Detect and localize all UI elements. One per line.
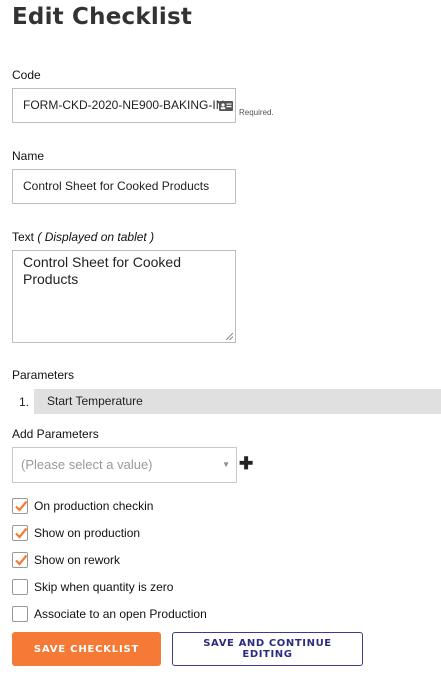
text-label: Text ( Displayed on tablet )	[12, 230, 154, 244]
checkbox[interactable]	[12, 498, 28, 514]
code-label: Code	[12, 68, 41, 82]
checkbox[interactable]	[12, 579, 28, 595]
parameter-name: Start Temperature	[34, 389, 441, 414]
option-label: Show on rework	[34, 553, 121, 567]
text-label-note: ( Displayed on tablet )	[37, 230, 155, 244]
resize-grip-icon[interactable]	[225, 332, 233, 340]
check-icon	[15, 554, 28, 566]
checkbox[interactable]	[12, 606, 28, 622]
option-label: Associate to an open Production	[34, 607, 207, 621]
option-show-on-production[interactable]: Show on production	[12, 524, 140, 542]
parameter-number: 1.	[19, 395, 30, 409]
text-label-main: Text	[12, 230, 35, 244]
plus-icon[interactable]: ✚	[239, 455, 253, 472]
option-label: On production checkin	[34, 499, 154, 513]
option-skip-when-quantity-zero[interactable]: Skip when quantity is zero	[12, 578, 173, 596]
text-value: Control Sheet for Cooked Products	[23, 254, 181, 287]
add-parameter-select[interactable]: (Please select a value) ▼	[12, 447, 237, 483]
option-label: Show on production	[34, 526, 141, 540]
text-area[interactable]: Control Sheet for Cooked Products	[12, 250, 236, 343]
check-icon	[15, 500, 28, 512]
code-value: FORM-CKD-2020-NE900-BAKING-IN	[23, 98, 225, 112]
parameter-row[interactable]: 1. Start Temperature	[0, 389, 441, 414]
option-on-production-checkin[interactable]: On production checkin	[12, 497, 153, 515]
id-card-icon	[219, 101, 233, 111]
check-icon	[15, 527, 28, 539]
option-show-on-rework[interactable]: Show on rework	[12, 551, 120, 569]
page-title: Edit Checklist	[12, 4, 193, 30]
checkbox[interactable]	[12, 552, 28, 568]
chevron-down-icon: ▼	[222, 460, 230, 469]
add-parameters-label: Add Parameters	[12, 427, 99, 441]
save-checklist-button[interactable]: SAVE CHECKLIST	[12, 632, 161, 666]
checkbox[interactable]	[12, 525, 28, 541]
name-field[interactable]: Control Sheet for Cooked Products	[12, 169, 236, 204]
select-placeholder: (Please select a value)	[21, 457, 153, 472]
name-value: Control Sheet for Cooked Products	[23, 179, 210, 193]
save-and-continue-button[interactable]: SAVE AND CONTINUE EDITING	[172, 632, 363, 666]
option-label: Skip when quantity is zero	[34, 580, 174, 594]
required-note: Required.	[239, 108, 274, 117]
code-field[interactable]: FORM-CKD-2020-NE900-BAKING-IN	[12, 88, 236, 123]
option-associate-open-production[interactable]: Associate to an open Production	[12, 605, 207, 623]
name-label: Name	[12, 149, 45, 163]
parameters-label: Parameters	[12, 368, 75, 382]
